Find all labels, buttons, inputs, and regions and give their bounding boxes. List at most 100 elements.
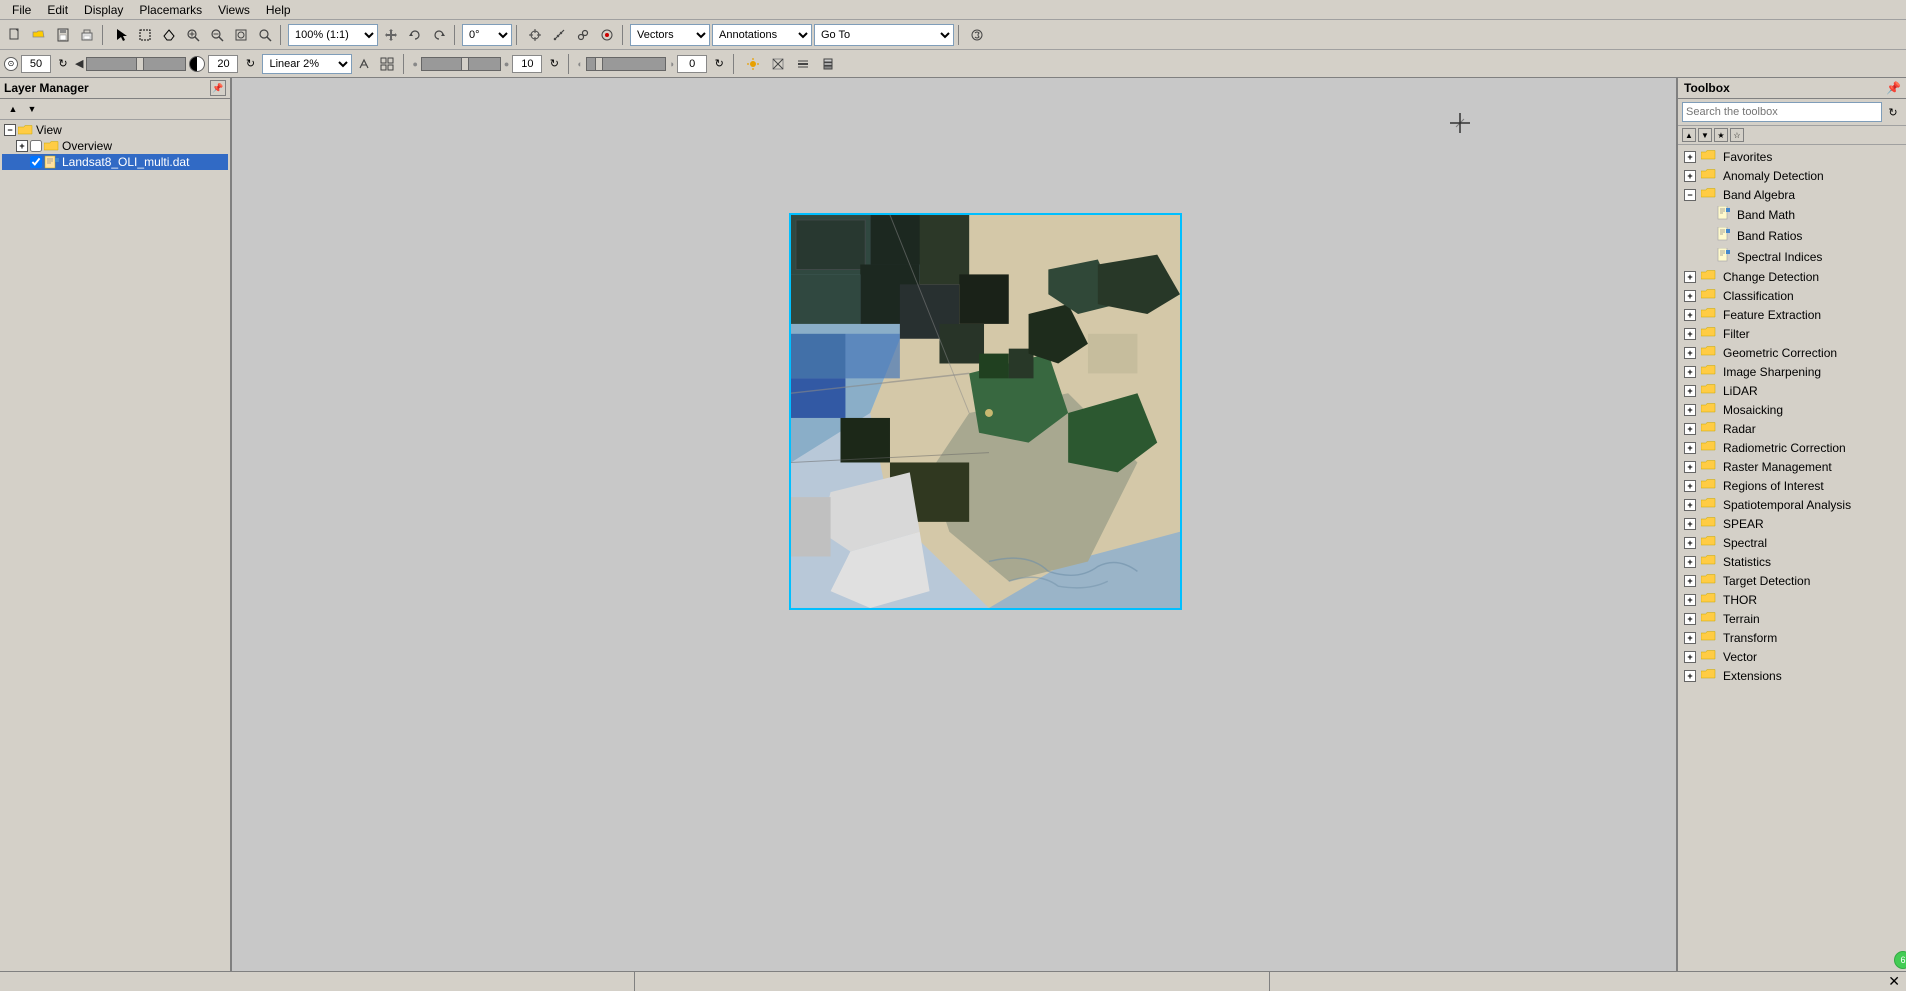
tree-view-row[interactable]: − View [2, 122, 228, 138]
overview-expand-icon[interactable]: + [16, 140, 28, 152]
toolbox-item-3[interactable]: Band Math [1680, 204, 1904, 225]
toolbox-item-18[interactable]: +Spatiotemporal Analysis [1680, 495, 1904, 514]
toolbox-unstar-btn[interactable]: ☆ [1730, 128, 1744, 142]
polygon-btn[interactable] [158, 24, 180, 46]
tree-overview-row[interactable]: + Overview [2, 138, 228, 154]
pan-btn[interactable] [380, 24, 402, 46]
menu-edit[interactable]: Edit [39, 3, 76, 17]
menu-display[interactable]: Display [76, 3, 131, 17]
brightness2-slider[interactable] [421, 57, 501, 71]
expand-icon-12[interactable]: + [1684, 385, 1696, 397]
toolbox-item-15[interactable]: +Radiometric Correction [1680, 438, 1904, 457]
flatten-btn[interactable] [792, 53, 814, 75]
toolbox-item-9[interactable]: +Filter [1680, 324, 1904, 343]
expand-icon-16[interactable]: + [1684, 461, 1696, 473]
expand-icon-2[interactable]: − [1684, 189, 1696, 201]
menu-file[interactable]: File [4, 3, 39, 17]
layer-down-btn[interactable]: ▼ [23, 101, 41, 117]
linear-select[interactable]: Linear 2% [262, 54, 352, 74]
cursor-btn[interactable] [110, 24, 132, 46]
toolbox-item-2[interactable]: −Band Algebra [1680, 185, 1904, 204]
rotate-btn2[interactable] [428, 24, 450, 46]
apply-all-btn[interactable] [376, 53, 398, 75]
view-expand-icon[interactable]: − [4, 124, 16, 136]
expand-icon-26[interactable]: + [1684, 651, 1696, 663]
expand-icon-22[interactable]: + [1684, 575, 1696, 587]
close-status-btn[interactable]: ✕ [1888, 973, 1900, 990]
expand-icon-24[interactable]: + [1684, 613, 1696, 625]
expand-icon-7[interactable]: + [1684, 290, 1696, 302]
toolbox-item-14[interactable]: +Radar [1680, 419, 1904, 438]
toolbox-down-btn[interactable]: ▼ [1698, 128, 1712, 142]
expand-icon-25[interactable]: + [1684, 632, 1696, 644]
expand-icon-13[interactable]: + [1684, 404, 1696, 416]
expand-icon-15[interactable]: + [1684, 442, 1696, 454]
toolbox-item-0[interactable]: +Favorites [1680, 147, 1904, 166]
toolbox-item-13[interactable]: +Mosaicking [1680, 400, 1904, 419]
toolbox-item-6[interactable]: +Change Detection [1680, 267, 1904, 286]
toolbox-item-8[interactable]: +Feature Extraction [1680, 305, 1904, 324]
toolbox-item-22[interactable]: +Target Detection [1680, 571, 1904, 590]
annotations-select[interactable]: Annotations [712, 24, 812, 46]
brightness2-val[interactable] [512, 55, 542, 73]
toolbox-search-input[interactable] [1682, 102, 1882, 122]
expand-icon-10[interactable]: + [1684, 347, 1696, 359]
toolbox-item-16[interactable]: +Raster Management [1680, 457, 1904, 476]
extra-btn[interactable] [966, 24, 988, 46]
toolbox-star-btn[interactable]: ★ [1714, 128, 1728, 142]
toolbox-search-refresh[interactable]: ↻ [1884, 104, 1902, 120]
vectors-select[interactable]: Vectors [630, 24, 710, 46]
open-btn[interactable] [28, 24, 50, 46]
crosshair-btn[interactable] [524, 24, 546, 46]
gamma-slider[interactable] [586, 57, 666, 71]
toolbox-item-26[interactable]: +Vector [1680, 647, 1904, 666]
save-btn[interactable] [52, 24, 74, 46]
contrast-val[interactable] [208, 55, 238, 73]
toolbox-item-1[interactable]: +Anomaly Detection [1680, 166, 1904, 185]
sun-btn[interactable] [742, 53, 764, 75]
brightness2-refresh[interactable]: ↻ [545, 55, 563, 73]
brightness-refresh[interactable]: ↻ [54, 55, 72, 73]
expand-icon-14[interactable]: + [1684, 423, 1696, 435]
expand-icon-17[interactable]: + [1684, 480, 1696, 492]
expand-icon-8[interactable]: + [1684, 309, 1696, 321]
toolbox-item-24[interactable]: +Terrain [1680, 609, 1904, 628]
select-btn[interactable] [134, 24, 156, 46]
landsat-checkbox[interactable] [30, 156, 42, 168]
expand-icon-6[interactable]: + [1684, 271, 1696, 283]
toolbox-item-21[interactable]: +Statistics [1680, 552, 1904, 571]
tree-landsat-row[interactable]: Landsat8_OLI_multi.dat [2, 154, 228, 170]
toolbox-item-19[interactable]: +SPEAR [1680, 514, 1904, 533]
gamma-val[interactable] [677, 55, 707, 73]
toolbox-item-4[interactable]: Band Ratios [1680, 225, 1904, 246]
menu-views[interactable]: Views [210, 3, 258, 17]
new-btn[interactable] [4, 24, 26, 46]
expand-icon-18[interactable]: + [1684, 499, 1696, 511]
toolbox-item-5[interactable]: Spectral Indices [1680, 246, 1904, 267]
expand-icon-19[interactable]: + [1684, 518, 1696, 530]
contrast-refresh[interactable]: ↻ [241, 55, 259, 73]
apply-stretch-btn[interactable] [355, 55, 373, 73]
gamma-refresh[interactable]: ↻ [710, 55, 728, 73]
link-btn[interactable] [572, 24, 594, 46]
layer-pin-btn[interactable]: 📌 [210, 80, 226, 96]
brightness-slider[interactable] [86, 57, 186, 71]
overview-checkbox[interactable] [30, 140, 42, 152]
layer-up-btn[interactable]: ▲ [4, 101, 22, 117]
brightness-val[interactable] [21, 55, 51, 73]
record-btn[interactable] [596, 24, 618, 46]
toolbox-item-17[interactable]: +Regions of Interest [1680, 476, 1904, 495]
toolbox-item-12[interactable]: +LiDAR [1680, 381, 1904, 400]
expand-icon-11[interactable]: + [1684, 366, 1696, 378]
goto-select[interactable]: Go To [814, 24, 954, 46]
expand-icon-1[interactable]: + [1684, 170, 1696, 182]
zoom-region-btn[interactable] [254, 24, 276, 46]
toolbox-item-27[interactable]: +Extensions [1680, 666, 1904, 685]
zoom-fit-btn[interactable] [230, 24, 252, 46]
zoom-out-btn[interactable] [206, 24, 228, 46]
toolbox-item-25[interactable]: +Transform [1680, 628, 1904, 647]
expand-icon-23[interactable]: + [1684, 594, 1696, 606]
toolbox-item-7[interactable]: +Classification [1680, 286, 1904, 305]
toolbox-item-11[interactable]: +Image Sharpening [1680, 362, 1904, 381]
toolbox-item-20[interactable]: +Spectral [1680, 533, 1904, 552]
